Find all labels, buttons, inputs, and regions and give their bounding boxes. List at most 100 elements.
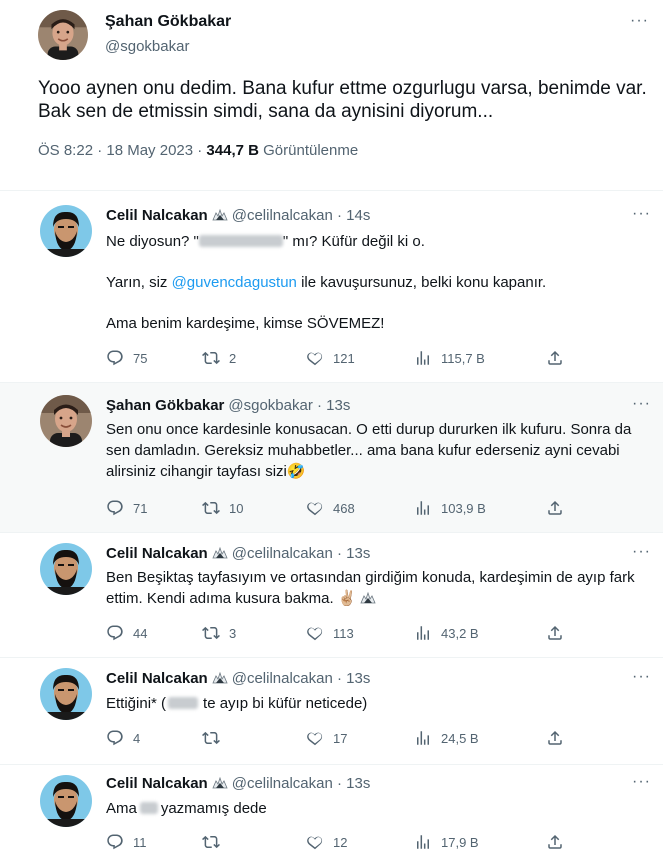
reply-text: Sen onu once kardesinle konusacan. O ett… bbox=[106, 421, 632, 480]
more-options-icon[interactable]: ··· bbox=[632, 668, 651, 686]
views-button[interactable]: 17,9 B bbox=[414, 833, 479, 851]
reply-icon bbox=[106, 349, 124, 367]
share-icon bbox=[546, 833, 564, 851]
more-options-icon[interactable]: ··· bbox=[632, 205, 651, 223]
views-icon bbox=[414, 833, 432, 851]
retweet-button[interactable] bbox=[202, 833, 229, 851]
text-segment: te ayıp bi küfür neticede) bbox=[203, 695, 368, 712]
like-count: 468 bbox=[333, 500, 355, 516]
author-handle[interactable]: @celilnalcakan · 14s bbox=[232, 207, 371, 224]
avatar[interactable] bbox=[40, 775, 92, 827]
reply-button[interactable]: 75 bbox=[106, 349, 147, 367]
reply-count: 75 bbox=[133, 350, 148, 366]
eagle-emoji-icon bbox=[212, 671, 228, 685]
avatar[interactable] bbox=[40, 205, 92, 257]
eagle-emoji-icon bbox=[360, 591, 376, 605]
author-handle[interactable]: @sgokbakar · 13s bbox=[228, 397, 350, 414]
reply-count: 4 bbox=[133, 730, 141, 746]
like-count: 113 bbox=[333, 625, 354, 641]
like-count: 12 bbox=[333, 834, 348, 850]
share-button[interactable] bbox=[546, 499, 564, 517]
like-icon bbox=[306, 833, 324, 851]
like-button[interactable]: 121 bbox=[306, 349, 355, 367]
views-button[interactable]: 103,9 B bbox=[414, 499, 486, 517]
share-button[interactable] bbox=[546, 833, 564, 851]
reply-button[interactable]: 4 bbox=[106, 729, 140, 747]
share-button[interactable] bbox=[546, 729, 564, 747]
action-bar: 4 17 24,5 B bbox=[106, 729, 576, 751]
view-count: 103,9 B bbox=[441, 500, 486, 516]
share-icon bbox=[546, 499, 564, 517]
author-handle[interactable]: @celilnalcakan · 13s bbox=[232, 775, 371, 792]
retweet-button[interactable]: 3 bbox=[202, 624, 236, 642]
mention-link[interactable]: @guvencdagustun bbox=[172, 274, 297, 291]
eagle-emoji-icon bbox=[212, 776, 228, 790]
reply-header: Şahan Gökbakar @sgokbakar · 13s bbox=[106, 397, 350, 414]
author-name[interactable]: Celil Nalcakan bbox=[106, 207, 208, 224]
reply-tweet[interactable]: Celil Nalcakan @celilnalcakan · 13s ··· E… bbox=[0, 657, 663, 764]
reply-button[interactable]: 71 bbox=[106, 499, 147, 517]
like-count: 121 bbox=[333, 350, 355, 366]
retweet-icon bbox=[202, 833, 220, 851]
tweet-text: Yooo aynen onu dedim. Bana kufur ettme o… bbox=[38, 78, 647, 122]
reply-header: Celil Nalcakan @celilnalcakan · 13s bbox=[106, 545, 370, 562]
reply-tweet[interactable]: Celil Nalcakan @celilnalcakan · 13s ··· B… bbox=[0, 532, 663, 657]
reply-count: 44 bbox=[133, 625, 148, 641]
text-segment: " mı? Küfür değil ki o. bbox=[282, 233, 425, 250]
more-options-icon[interactable]: ··· bbox=[632, 543, 651, 561]
share-button[interactable] bbox=[546, 349, 564, 367]
retweet-icon bbox=[202, 729, 220, 747]
avatar[interactable] bbox=[40, 543, 92, 595]
reply-button[interactable]: 11 bbox=[106, 833, 147, 851]
more-options-icon[interactable]: ··· bbox=[630, 12, 649, 30]
reply-count: 71 bbox=[133, 500, 148, 516]
author-handle[interactable]: @celilnalcakan · 13s bbox=[232, 545, 371, 562]
text-segment: Ettiğini* ( bbox=[106, 695, 167, 712]
retweet-button[interactable] bbox=[202, 729, 229, 747]
eagle-emoji-icon bbox=[212, 208, 228, 222]
reply-tweet[interactable]: Celil Nalcakan @celilnalcakan · 13s ··· A… bbox=[0, 764, 663, 852]
avatar[interactable] bbox=[40, 668, 92, 720]
views-button[interactable]: 115,7 B bbox=[414, 349, 485, 367]
reply-text: Ben Beşiktaş tayfasıyım ve ortasından gi… bbox=[106, 567, 646, 609]
retweet-icon bbox=[202, 499, 220, 517]
text-segment: Yarın, siz bbox=[106, 274, 172, 291]
text-segment: ile kavuşursunuz, belki konu kapanır. bbox=[296, 274, 547, 291]
share-button[interactable] bbox=[546, 624, 564, 642]
reply-tweet[interactable]: Celil Nalcakan @celilnalcakan · 14s ··· N… bbox=[0, 190, 663, 382]
retweet-button[interactable]: 10 bbox=[202, 499, 243, 517]
tweet-timestamp[interactable]: ÖS 8:22 · 18 May 2023 · bbox=[38, 142, 206, 159]
retweet-button[interactable]: 2 bbox=[202, 349, 236, 367]
like-icon bbox=[306, 499, 324, 517]
retweet-count: 10 bbox=[229, 500, 244, 516]
author-name[interactable]: Celil Nalcakan bbox=[106, 775, 208, 792]
author-handle[interactable]: @celilnalcakan · 13s bbox=[232, 670, 371, 687]
view-count: 24,5 B bbox=[441, 730, 479, 746]
more-options-icon[interactable]: ··· bbox=[632, 773, 651, 791]
reply-tweet[interactable]: Şahan Gökbakar @sgokbakar · 13s ··· Sen o… bbox=[0, 382, 663, 532]
text-segment: Ama bbox=[106, 800, 137, 817]
text-segment: yazmamış dede bbox=[160, 800, 267, 817]
like-button[interactable]: 12 bbox=[306, 833, 347, 851]
like-button[interactable]: 468 bbox=[306, 499, 355, 517]
like-button[interactable]: 17 bbox=[306, 729, 347, 747]
more-options-icon[interactable]: ··· bbox=[632, 395, 651, 413]
author-handle[interactable]: @sgokbakar bbox=[105, 38, 189, 55]
text-segment: Ama benim kardeşime, kimse SÖVEMEZ! bbox=[106, 315, 385, 332]
like-button[interactable]: 113 bbox=[306, 624, 354, 642]
reply-header: Celil Nalcakan @celilnalcakan · 13s bbox=[106, 775, 370, 792]
share-icon bbox=[546, 349, 564, 367]
eagle-emoji-icon bbox=[212, 546, 228, 560]
share-icon bbox=[546, 624, 564, 642]
views-icon bbox=[414, 499, 432, 517]
avatar[interactable] bbox=[40, 395, 92, 447]
author-name[interactable]: Celil Nalcakan bbox=[106, 545, 208, 562]
reply-button[interactable]: 44 bbox=[106, 624, 147, 642]
author-name[interactable]: Şahan Gökbakar bbox=[106, 397, 224, 414]
avatar[interactable] bbox=[38, 10, 88, 60]
views-button[interactable]: 43,2 B bbox=[414, 624, 479, 642]
views-button[interactable]: 24,5 B bbox=[414, 729, 479, 747]
reply-text: Ne diyosun? " " mı? Küfür değil ki o. Yar… bbox=[106, 231, 646, 334]
author-name[interactable]: Şahan Gökbakar bbox=[105, 13, 231, 31]
author-name[interactable]: Celil Nalcakan bbox=[106, 670, 208, 687]
